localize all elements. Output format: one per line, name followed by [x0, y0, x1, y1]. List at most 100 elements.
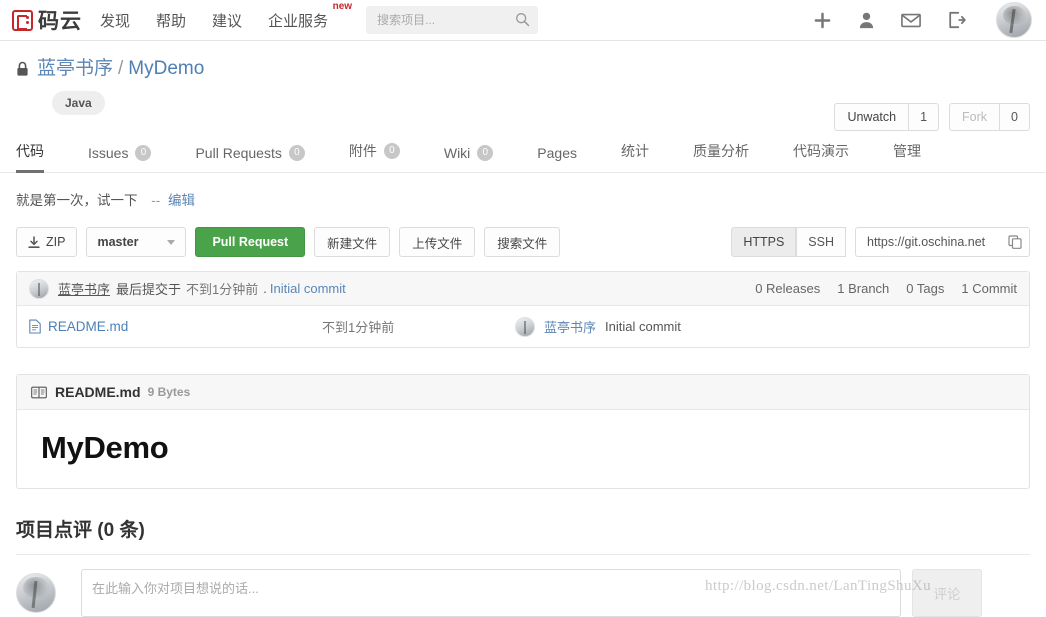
mayun-logo-icon: [12, 9, 33, 31]
readme-heading: MyDemo: [41, 430, 169, 465]
tab-wiki-label: Wiki: [443, 145, 471, 161]
breadcrumb-owner[interactable]: 蓝亭书序: [37, 59, 113, 78]
tab-statistics[interactable]: 统计: [621, 133, 649, 173]
file-listing: 蓝亭书序 最后提交于 不到1分钟前 . Initial commit 0 Rel…: [16, 271, 1030, 348]
tab-quality-analysis[interactable]: 质量分析: [693, 133, 749, 173]
tab-issues[interactable]: Issues 0: [88, 137, 152, 173]
breadcrumb-repo[interactable]: MyDemo: [128, 59, 204, 78]
branch-selector-label: master: [97, 235, 139, 249]
fork-button[interactable]: Fork: [949, 103, 1001, 131]
repo-toolbar: ZIP master Pull Request 新建文件 上传文件 搜索文件 H…: [16, 227, 1030, 257]
repo-actions: Unwatch 1 Fork 0: [834, 103, 1030, 131]
file-commit-info: 蓝亭书序 Initial commit: [515, 316, 681, 337]
tab-manage[interactable]: 管理: [893, 133, 921, 173]
file-modified-time: 不到1分钟前: [322, 320, 395, 335]
top-navbar: 码云 发现 帮助 建议 企业服务 new: [0, 0, 1046, 41]
branch-selector[interactable]: master: [86, 227, 187, 257]
file-name-link[interactable]: README.md: [29, 319, 322, 334]
breadcrumb: 蓝亭书序 / MyDemo: [16, 59, 1030, 78]
stat-commits[interactable]: 1 Commit: [961, 281, 1017, 296]
commit-committed-text: 最后提交于: [116, 282, 182, 297]
pull-request-button[interactable]: Pull Request: [195, 227, 306, 257]
site-logo[interactable]: 码云: [12, 5, 82, 35]
language-tag[interactable]: Java: [52, 91, 105, 115]
repo-description: 就是第一次，试一下 -- 编辑: [0, 173, 1046, 209]
avatar[interactable]: [996, 2, 1032, 38]
nav-link-enterprise-label: 企业服务: [268, 12, 329, 30]
search-icon: [515, 12, 530, 29]
tab-code[interactable]: 代码: [16, 133, 44, 173]
download-zip-button[interactable]: ZIP: [16, 227, 78, 257]
tab-code-demo[interactable]: 代码演示: [793, 133, 849, 173]
tab-attachments[interactable]: 附件 0: [349, 133, 400, 173]
readme-panel: README.md 9 Bytes MyDemo: [16, 374, 1030, 489]
tab-issues-label: Issues: [88, 145, 129, 161]
tab-pages[interactable]: Pages: [537, 137, 577, 173]
stat-branches[interactable]: 1 Branch: [837, 281, 889, 296]
repo-description-text: 就是第一次，试一下: [16, 193, 138, 208]
copy-icon[interactable]: [1008, 235, 1022, 249]
book-icon: [31, 386, 47, 399]
nav-link-enterprise[interactable]: 企业服务 new: [268, 1, 352, 31]
protocol-ssh-button[interactable]: SSH: [796, 227, 846, 257]
nav-link-suggest[interactable]: 建议: [212, 10, 242, 31]
file-commit-message: Initial commit: [605, 319, 681, 334]
repo-stats: 0 Releases 1 Branch 0 Tags 1 Commit: [755, 281, 1017, 296]
fork-count[interactable]: 0: [1000, 103, 1030, 131]
readme-body: MyDemo: [17, 410, 1029, 488]
commit-message-link[interactable]: Initial commit: [270, 281, 346, 296]
fork-button-group[interactable]: Fork 0: [949, 103, 1030, 131]
chevron-down-icon: [167, 239, 176, 245]
edit-description-link[interactable]: 编辑: [168, 193, 195, 208]
unwatch-button[interactable]: Unwatch: [834, 103, 910, 131]
comment-input[interactable]: [81, 569, 901, 617]
clone-url-field[interactable]: [855, 227, 1030, 257]
stat-tags[interactable]: 0 Tags: [906, 281, 944, 296]
user-icon[interactable]: [858, 11, 875, 29]
watch-count[interactable]: 1: [909, 103, 940, 131]
clone-controls: HTTPS SSH: [731, 227, 1030, 257]
committer-avatar: [29, 278, 49, 299]
commit-time: 不到1分钟前: [186, 282, 259, 297]
download-zip-label: ZIP: [46, 235, 66, 249]
site-logo-text: 码云: [38, 10, 82, 33]
search-box[interactable]: [366, 6, 539, 34]
envelope-icon[interactable]: [901, 13, 921, 28]
comments-section-title: 项目点评 (0 条): [16, 520, 145, 541]
table-row[interactable]: README.md 不到1分钟前 蓝亭书序 Initial commit: [17, 306, 1029, 347]
protocol-https-button[interactable]: HTTPS: [731, 227, 797, 257]
tab-pull-requests-badge: 0: [288, 145, 305, 161]
tab-code-label: 代码: [16, 143, 44, 159]
repo-header: 蓝亭书序 / MyDemo Java Unwatch 1 Fork 0: [0, 41, 1046, 131]
tab-wiki[interactable]: Wiki 0: [443, 137, 494, 173]
avatar: [16, 573, 56, 613]
file-name-label: README.md: [48, 319, 129, 334]
upload-file-button[interactable]: 上传文件: [399, 227, 476, 257]
tab-wiki-badge: 0: [477, 145, 494, 161]
logout-icon[interactable]: [947, 11, 966, 29]
plus-icon[interactable]: [813, 11, 832, 30]
watch-button-group[interactable]: Unwatch 1: [834, 103, 940, 131]
commit-author[interactable]: 蓝亭书序: [58, 279, 110, 298]
nav-link-discover[interactable]: 发现: [100, 10, 130, 31]
clone-url-input[interactable]: [865, 234, 999, 250]
tab-attachments-badge: 0: [383, 143, 400, 159]
search-file-button[interactable]: 搜索文件: [484, 227, 561, 257]
submit-comment-button[interactable]: 评论: [912, 569, 982, 617]
comment-form: 评论: [16, 569, 1030, 617]
stat-releases[interactable]: 0 Releases: [755, 281, 820, 296]
committer-avatar: [515, 316, 535, 337]
navbar-actions: [813, 2, 1032, 38]
nav-link-help[interactable]: 帮助: [156, 10, 186, 31]
file-commit-author[interactable]: 蓝亭书序: [544, 317, 596, 336]
breadcrumb-separator: /: [118, 58, 124, 79]
lock-icon: [16, 61, 29, 77]
new-file-button[interactable]: 新建文件: [314, 227, 391, 257]
description-dashes: --: [151, 193, 161, 208]
latest-commit-bar: 蓝亭书序 最后提交于 不到1分钟前 . Initial commit 0 Rel…: [17, 272, 1029, 306]
file-icon: [29, 319, 41, 334]
search-input[interactable]: [375, 12, 516, 28]
readme-size: 9 Bytes: [147, 385, 191, 399]
tab-pull-requests[interactable]: Pull Requests 0: [195, 137, 305, 173]
commit-dot: .: [263, 281, 267, 296]
